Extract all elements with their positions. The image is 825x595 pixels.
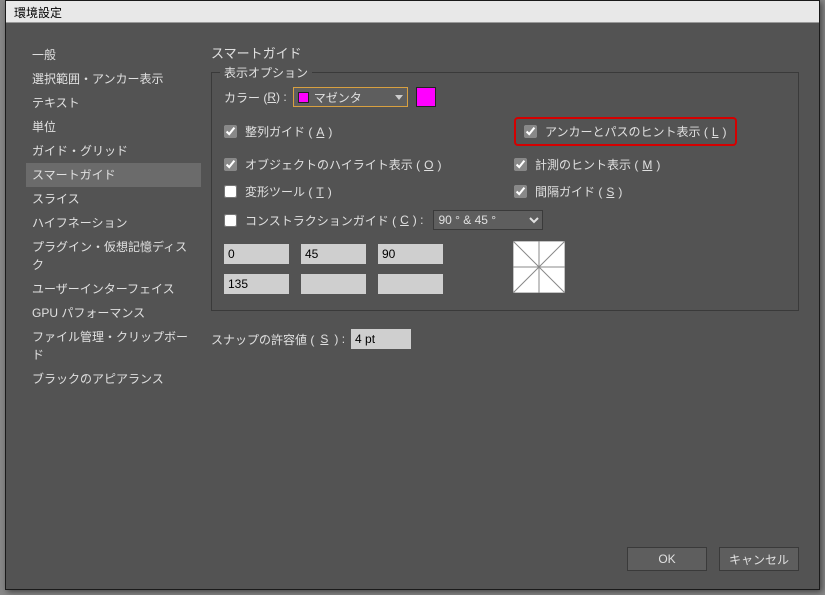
sidebar-item-units[interactable]: 単位 xyxy=(26,115,201,139)
construction-row: コンストラクションガイド (C) : 90 ° & 45 ° xyxy=(224,210,786,230)
align-guides-input[interactable] xyxy=(224,125,237,138)
preferences-dialog: 環境設定 一般 選択範囲・アンカー表示 テキスト 単位 ガイド・グリッド スマー… xyxy=(5,0,820,590)
sidebar-item-smart-guides[interactable]: スマートガイド xyxy=(26,163,201,187)
snap-label-pre: スナップの許容値 ( xyxy=(211,331,314,348)
cancel-button[interactable]: キャンセル xyxy=(719,547,799,571)
construction-guides-checkbox[interactable]: コンストラクションガイド (C) : xyxy=(224,212,423,229)
sidebar: 一般 選択範囲・アンカー表示 テキスト 単位 ガイド・グリッド スマートガイド … xyxy=(6,23,201,589)
ok-button[interactable]: OK xyxy=(627,547,707,571)
anchor-path-hint-checkbox[interactable]: アンカーとパスのヒント表示 (L) xyxy=(524,123,727,140)
angle-0-input[interactable] xyxy=(224,244,289,264)
chevron-down-icon xyxy=(395,95,403,100)
measure-hint-input[interactable] xyxy=(514,158,527,171)
angle-5-input[interactable] xyxy=(378,274,443,294)
angle-3-input[interactable] xyxy=(224,274,289,294)
align-anchor-row: 整列ガイド (A) アンカーとパスのヒント表示 (L) xyxy=(224,117,786,146)
color-combo-value: マゼンタ xyxy=(314,89,362,106)
sidebar-item-hyphenation[interactable]: ハイフネーション xyxy=(26,211,201,235)
transform-spacing-row: 変形ツール (T) 間隔ガイド (S) xyxy=(224,183,786,200)
object-measure-row: オブジェクトのハイライト表示 (O) 計測のヒント表示 (M) xyxy=(224,156,786,173)
main-panel: スマートガイド 表示オプション カラー (R) : マゼンタ xyxy=(201,23,819,589)
angle-4-input[interactable] xyxy=(301,274,366,294)
sidebar-item-selection-anchor[interactable]: 選択範囲・アンカー表示 xyxy=(26,67,201,91)
color-chip-icon xyxy=(298,92,309,103)
spacing-guides-checkbox[interactable]: 間隔ガイド (S) xyxy=(514,183,622,200)
snap-tolerance-input[interactable] xyxy=(351,329,411,349)
sidebar-item-guides-grid[interactable]: ガイド・グリッド xyxy=(26,139,201,163)
display-options-legend: 表示オプション xyxy=(220,64,312,81)
title-bar: 環境設定 xyxy=(6,1,819,23)
panel-title: スマートガイド xyxy=(211,43,799,62)
angle-boxes xyxy=(224,244,443,294)
angle-preview-icon xyxy=(513,241,565,293)
dialog-buttons: OK キャンセル xyxy=(627,547,799,571)
object-highlight-input[interactable] xyxy=(224,158,237,171)
construction-guides-input[interactable] xyxy=(224,214,237,227)
color-label-post: ) : xyxy=(276,90,287,104)
color-label-pre: カラー ( xyxy=(224,89,267,106)
snap-tolerance-row: スナップの許容値 ( S ) : xyxy=(211,329,799,349)
spacing-guides-input[interactable] xyxy=(514,185,527,198)
object-highlight-checkbox[interactable]: オブジェクトのハイライト表示 (O) xyxy=(224,156,441,173)
sidebar-item-general[interactable]: 一般 xyxy=(26,43,201,67)
color-label-key: R xyxy=(267,90,276,104)
angle-2-input[interactable] xyxy=(378,244,443,264)
angle-row xyxy=(224,240,786,294)
content: 一般 選択範囲・アンカー表示 テキスト 単位 ガイド・グリッド スマートガイド … xyxy=(6,23,819,589)
color-row: カラー (R) : マゼンタ xyxy=(224,87,786,107)
sidebar-item-black-appearance[interactable]: ブラックのアピアランス xyxy=(26,367,201,391)
sidebar-item-slices[interactable]: スライス xyxy=(26,187,201,211)
snap-label-key: S xyxy=(320,332,328,346)
anchor-path-hint-highlight: アンカーとパスのヒント表示 (L) xyxy=(514,117,737,146)
sidebar-item-gpu[interactable]: GPU パフォーマンス xyxy=(26,301,201,325)
display-options-group: 表示オプション カラー (R) : マゼンタ xyxy=(211,72,799,311)
window-title: 環境設定 xyxy=(14,6,62,20)
color-combo[interactable]: マゼンタ xyxy=(293,87,408,107)
sidebar-item-plugins-scratch[interactable]: プラグイン・仮想記憶ディスク xyxy=(26,235,201,277)
angle-1-input[interactable] xyxy=(301,244,366,264)
anchor-path-hint-input[interactable] xyxy=(524,125,537,138)
measure-hint-checkbox[interactable]: 計測のヒント表示 (M) xyxy=(514,156,660,173)
sidebar-item-ui[interactable]: ユーザーインターフェイス xyxy=(26,277,201,301)
construction-preset-combo[interactable]: 90 ° & 45 ° xyxy=(433,210,543,230)
color-swatch[interactable] xyxy=(416,87,436,107)
transform-tool-input[interactable] xyxy=(224,185,237,198)
angle-preview xyxy=(513,241,565,293)
sidebar-item-text[interactable]: テキスト xyxy=(26,91,201,115)
snap-label-post: ) : xyxy=(334,332,345,346)
transform-tool-checkbox[interactable]: 変形ツール (T) xyxy=(224,183,332,200)
sidebar-item-file-clipboard[interactable]: ファイル管理・クリップボード xyxy=(26,325,201,367)
align-guides-checkbox[interactable]: 整列ガイド (A) xyxy=(224,123,332,140)
